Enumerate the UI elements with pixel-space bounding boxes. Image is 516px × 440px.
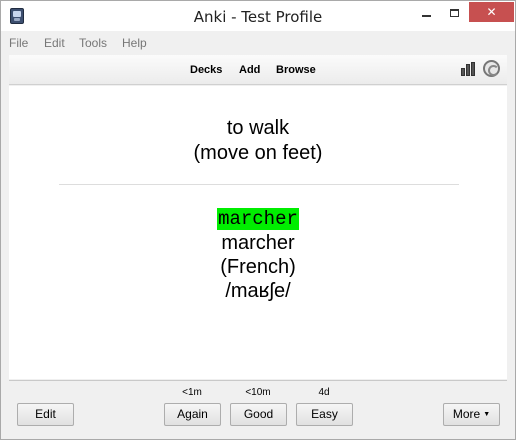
easy-button-label: Easy (311, 407, 338, 421)
close-button[interactable]: ✕ (469, 2, 514, 22)
answer-line-3: /maʁʃe/ (225, 280, 291, 302)
add-link[interactable]: Add (239, 64, 260, 76)
minimize-button[interactable] (413, 2, 439, 22)
question-line-1: to walk (226, 117, 290, 139)
more-button[interactable]: More ▼ (443, 403, 500, 426)
dropdown-caret-icon: ▼ (483, 411, 491, 419)
maximize-icon (449, 8, 459, 17)
question-line-2: (move on feet) (193, 142, 323, 164)
menu-tools[interactable]: Tools (79, 36, 107, 50)
edit-button[interactable]: Edit (17, 403, 74, 426)
typed-answer: marcher (217, 208, 299, 230)
answer-line-2: (French) (220, 256, 296, 278)
more-button-label: More (452, 407, 481, 421)
answer-line-1: marcher (221, 232, 295, 254)
menu-bar: File Edit Tools Help (1, 31, 515, 53)
answer-divider (59, 184, 459, 185)
minimize-icon (421, 14, 431, 17)
maximize-button[interactable] (441, 2, 467, 22)
browse-link[interactable]: Browse (276, 64, 316, 76)
main-toolbar: Decks Add Browse (9, 55, 507, 85)
easy-button[interactable]: Easy (296, 403, 353, 426)
good-due-label: <10m (245, 387, 271, 398)
card-view: to walk (move on feet) marcher marcher (… (9, 86, 507, 379)
review-bottom-bar: Edit <1m Again <10m Good 4d Easy More ▼ (9, 380, 507, 433)
close-icon: ✕ (486, 5, 497, 19)
title-bar: Anki - Test Profile ✕ (1, 1, 515, 31)
typed-answer-row: marcher (9, 208, 507, 230)
menu-edit[interactable]: Edit (44, 36, 65, 50)
menu-help[interactable]: Help (122, 36, 147, 50)
again-button[interactable]: Again (164, 403, 221, 426)
decks-link[interactable]: Decks (190, 64, 222, 76)
easy-due-label: 4d (318, 387, 330, 398)
stats-icon[interactable] (461, 62, 477, 76)
again-due-label: <1m (182, 387, 202, 398)
menu-file[interactable]: File (9, 36, 28, 50)
sync-icon[interactable] (483, 60, 500, 77)
good-button[interactable]: Good (230, 403, 287, 426)
anki-window: Anki - Test Profile ✕ File Edit Tools He… (0, 0, 516, 440)
